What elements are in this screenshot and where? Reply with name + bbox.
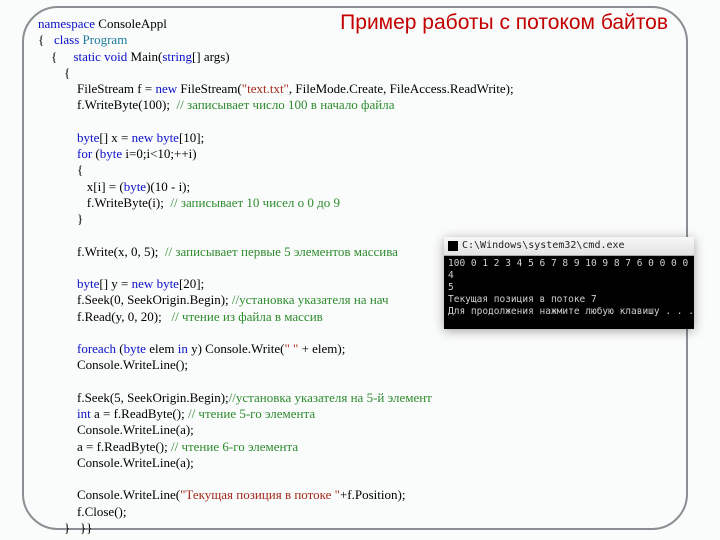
comment: // чтение 5-го элемента: [188, 406, 315, 421]
comment: // чтение из файла в массив: [171, 309, 322, 324]
comment: //установка указателя на нач: [232, 292, 389, 307]
cmd-icon: [448, 241, 458, 251]
kw-class: class: [54, 32, 79, 47]
kw-in: in: [178, 341, 188, 356]
comment: // чтение 6-го элемента: [171, 439, 298, 454]
kw-new: new: [155, 81, 177, 96]
str-space: " ": [284, 341, 298, 356]
kw-for: for: [77, 146, 92, 161]
kw-static-void: static void: [74, 49, 128, 64]
slide-title: Пример работы с потоком байтов: [340, 10, 668, 36]
comment: //установка указателя на 5-й элемент: [229, 390, 432, 405]
kw-int: int: [77, 406, 91, 421]
kw-string: string: [162, 49, 192, 64]
comment: // записывает число 100 в начало файла: [176, 97, 394, 112]
cmd-title-bar: C:\Windows\system32\cmd.exe: [444, 237, 694, 256]
cmd-line: 100 0 1 2 3 4 5 6 7 8 9 10 9 8 7 6 0 0 0…: [448, 258, 690, 270]
str-textfile: "text.txt": [242, 81, 289, 96]
comment: // записывает первые 5 элементов массива: [165, 244, 398, 259]
cmd-title: C:\Windows\system32\cmd.exe: [462, 240, 625, 253]
kw-namespace: namespace: [38, 16, 95, 31]
cmd-line: 4: [448, 270, 690, 282]
comment: // записывает 10 чисел о 0 до 9: [170, 195, 340, 210]
type-program: Program: [83, 32, 128, 47]
kw-foreach: foreach: [77, 341, 116, 356]
cmd-line: Для продолжения нажмите любую клавишу . …: [448, 306, 690, 318]
str-position: "Текущая позиция в потоке ": [180, 487, 340, 502]
kw-byte: byte: [77, 130, 99, 145]
cmd-window: C:\Windows\system32\cmd.exe 100 0 1 2 3 …: [444, 237, 694, 329]
cmd-line: Текущая позиция в потоке 7: [448, 294, 690, 306]
cmd-line: 5: [448, 282, 690, 294]
cmd-body: 100 0 1 2 3 4 5 6 7 8 9 10 9 8 7 6 0 0 0…: [444, 256, 694, 319]
